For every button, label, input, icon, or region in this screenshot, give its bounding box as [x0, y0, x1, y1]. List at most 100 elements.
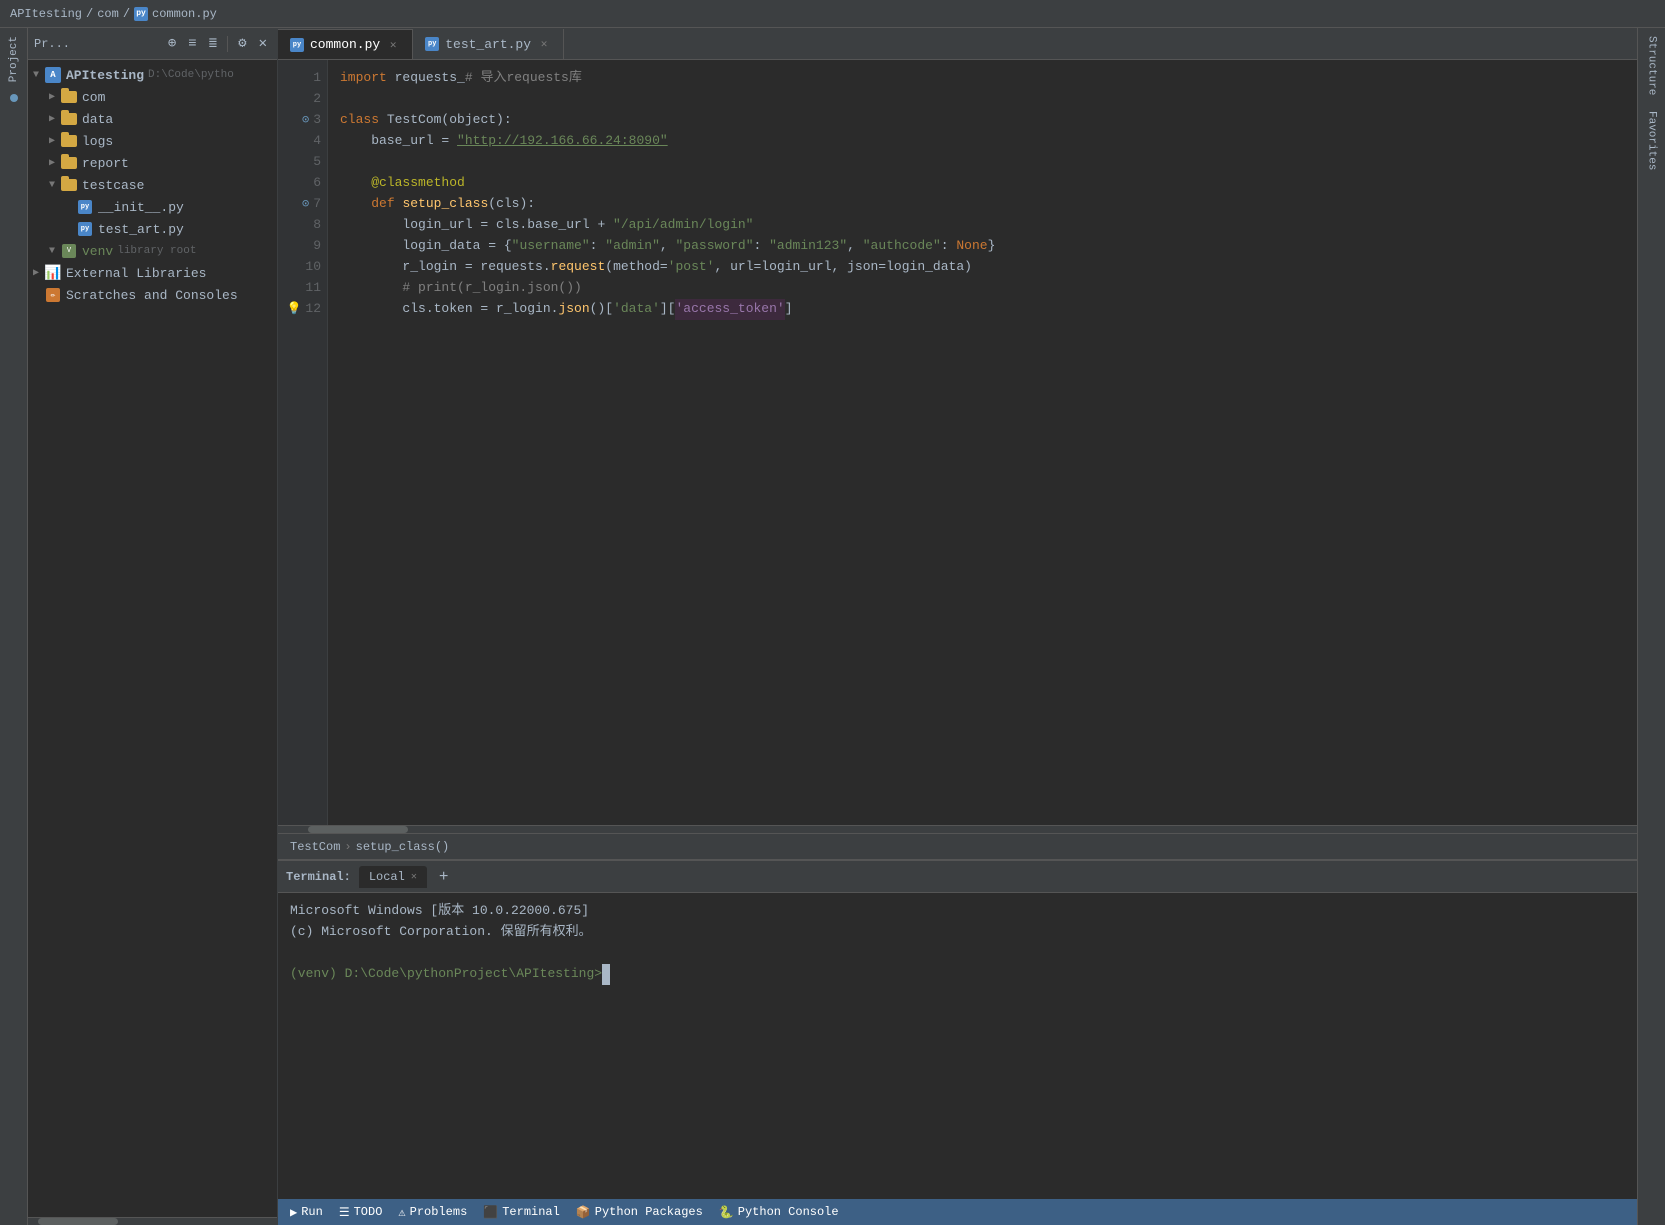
breadcrumb-arrow: ›: [344, 840, 351, 854]
status-terminal-label: Terminal: [502, 1205, 560, 1219]
code-line-2: [340, 89, 1637, 110]
project-horizontal-scrollbar[interactable]: [28, 1217, 277, 1225]
line-numbers: 1 2 ⊙ 3 4 5 6 ⊙ 7 8: [278, 60, 328, 825]
arrow-venv: ▼: [44, 246, 60, 257]
breadcrumb-method: setup_class(): [356, 840, 450, 854]
py-file-icon: py: [134, 7, 148, 21]
label-com: com: [82, 90, 105, 105]
panel-title: Pr...: [34, 37, 70, 51]
gutter-10: 10: [278, 257, 321, 278]
tab-icon-test-art: py: [425, 37, 439, 51]
term-line-1: Microsoft Windows [版本 10.0.22000.675]: [290, 901, 1625, 922]
label-logs: logs: [82, 134, 113, 149]
project-scroll-thumb: [38, 1218, 118, 1225]
tab-test-art-py[interactable]: py test_art.py ✕: [413, 29, 564, 59]
gutter-9: 9: [278, 236, 321, 257]
label-test-art: test_art.py: [98, 222, 184, 237]
tab-label-test-art: test_art.py: [445, 37, 531, 52]
label-init: __init__.py: [98, 200, 184, 215]
tab-close-test-art[interactable]: ✕: [537, 37, 551, 51]
editor-and-right: py common.py ✕ py test_art.py ✕ 1 2: [278, 28, 1665, 1225]
center-content: py common.py ✕ py test_art.py ✕ 1 2: [278, 28, 1637, 1225]
terminal-tabbar: Terminal: Local ✕ +: [278, 861, 1637, 893]
status-todo[interactable]: ☰ TODO: [339, 1205, 383, 1220]
editor-breadcrumb: TestCom › setup_class(): [278, 833, 1637, 859]
icon-external-libs: 📊: [44, 264, 62, 282]
tree-item-com[interactable]: ▶ com: [28, 86, 277, 108]
icon-init: py: [76, 198, 94, 216]
horizontal-scrollbar[interactable]: [278, 825, 1637, 833]
tree-item-data[interactable]: ▶ data: [28, 108, 277, 130]
terminal-content[interactable]: Microsoft Windows [版本 10.0.22000.675] (c…: [278, 893, 1637, 1199]
top-breadcrumb: APItesting / com / py common.py: [0, 0, 1665, 28]
project-tree: ▼ A APItesting D:\Code\pytho ▶ com ▶: [28, 60, 277, 1217]
status-problems[interactable]: ⚠ Problems: [398, 1205, 467, 1220]
status-terminal[interactable]: ⬛ Terminal: [483, 1205, 560, 1220]
toolbar-btn-collapse[interactable]: ≣: [205, 33, 221, 54]
console-icon: 🐍: [719, 1205, 734, 1220]
breadcrumb-filename: common.py: [152, 7, 217, 21]
breadcrumb-sep1: /: [86, 7, 93, 21]
main-layout: Project Pr... ⊕ ≡ ≣ ⚙ ✕ ▼ A APItesting D…: [0, 28, 1665, 1225]
tab-label-common: common.py: [310, 37, 380, 52]
arrow-apitesting: ▼: [28, 70, 44, 81]
tree-item-scratches[interactable]: ✏ Scratches and Consoles: [28, 284, 277, 306]
label-report: report: [82, 156, 129, 171]
tree-item-init[interactable]: py __init__.py: [28, 196, 277, 218]
gutter-1: 1: [278, 68, 321, 89]
toolbar-btn-close[interactable]: ✕: [255, 33, 271, 54]
icon-com: [60, 88, 78, 106]
toolbar-btn-scroll[interactable]: ≡: [184, 34, 200, 54]
code-content[interactable]: import requests_# 导入requests库 class Test…: [328, 60, 1637, 825]
tab-icon-common: py: [290, 38, 304, 52]
terminal-panel: Terminal: Local ✕ + Microsoft Windows [版…: [278, 859, 1637, 1199]
terminal-add-tab[interactable]: +: [435, 868, 453, 886]
icon-logs: [60, 132, 78, 150]
toolbar-btn-settings[interactable]: ⚙: [234, 33, 250, 54]
code-editor[interactable]: 1 2 ⊙ 3 4 5 6 ⊙ 7 8: [278, 60, 1637, 825]
editor-area: py common.py ✕ py test_art.py ✕ 1 2: [278, 28, 1637, 859]
code-line-4: base_url = "http://192.166.66.24:8090": [340, 131, 1637, 152]
breadcrumb-project[interactable]: APItesting: [10, 7, 82, 21]
term-line-2: (c) Microsoft Corporation. 保留所有权利。: [290, 922, 1625, 943]
status-todo-label: TODO: [354, 1205, 383, 1219]
tree-item-test-art[interactable]: py test_art.py: [28, 218, 277, 240]
toolbar-btn-locate[interactable]: ⊕: [164, 33, 180, 54]
status-python-packages[interactable]: 📦 Python Packages: [576, 1205, 703, 1220]
panel-indicator: [10, 94, 18, 102]
favorites-panel-toggle[interactable]: Favorites: [1646, 103, 1658, 178]
label-apitesting: APItesting: [66, 68, 144, 83]
label-apitesting-path: D:\Code\pytho: [148, 69, 234, 81]
icon-testcase: [60, 176, 78, 194]
icon-scratches: ✏: [44, 286, 62, 304]
run-icon: ▶: [290, 1205, 297, 1220]
tab-common-py[interactable]: py common.py ✕: [278, 29, 413, 59]
tree-item-logs[interactable]: ▶ logs: [28, 130, 277, 152]
arrow-data: ▶: [44, 113, 60, 125]
status-run[interactable]: ▶ Run: [290, 1205, 323, 1220]
project-panel-toggle[interactable]: Project: [8, 28, 20, 90]
tab-close-common[interactable]: ✕: [386, 38, 400, 52]
label-data: data: [82, 112, 113, 127]
status-problems-label: Problems: [410, 1205, 468, 1219]
terminal-tab-local[interactable]: Local ✕: [359, 866, 427, 888]
code-line-11: # print(r_login.json()): [340, 278, 1637, 299]
arrow-com: ▶: [44, 91, 60, 103]
term-line-3: [290, 943, 1625, 964]
terminal-tab-label: Local: [369, 870, 405, 884]
todo-icon: ☰: [339, 1205, 350, 1220]
tree-item-report[interactable]: ▶ report: [28, 152, 277, 174]
tree-item-testcase[interactable]: ▼ testcase: [28, 174, 277, 196]
left-strip: Project: [0, 28, 28, 1225]
status-python-console[interactable]: 🐍 Python Console: [719, 1205, 839, 1220]
tree-item-external-libs[interactable]: ▶ 📊 External Libraries: [28, 262, 277, 284]
status-packages-label: Python Packages: [595, 1205, 703, 1219]
code-line-12: cls.token = r_login.json()['data']['acce…: [340, 299, 1637, 320]
tree-item-venv[interactable]: ▼ V venv library root: [28, 240, 277, 262]
structure-panel-toggle[interactable]: Structure: [1646, 28, 1658, 103]
code-line-9: login_data = {"username": "admin", "pass…: [340, 236, 1637, 257]
breadcrumb-module[interactable]: com: [97, 7, 119, 21]
tree-item-apitesting[interactable]: ▼ A APItesting D:\Code\pytho: [28, 64, 277, 86]
toolbar-separator: [227, 36, 228, 52]
terminal-tab-close[interactable]: ✕: [411, 871, 417, 883]
